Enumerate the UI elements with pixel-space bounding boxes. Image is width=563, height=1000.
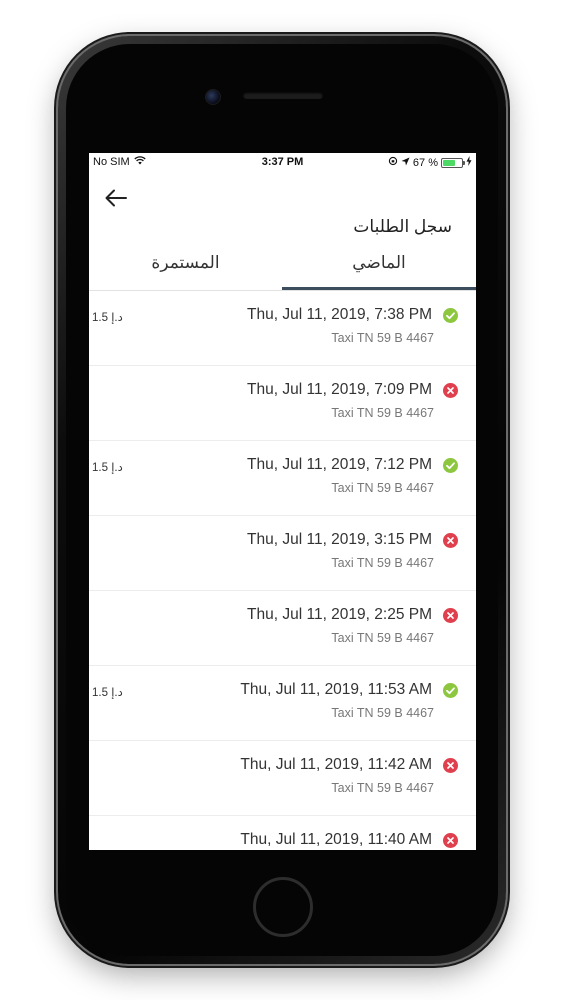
order-date: Thu, Jul 11, 2019, 11:40 AM [240,831,432,848]
order-row[interactable]: Thu, Jul 11, 2019, 7:09 PM Taxi TN 59 B 4… [89,366,476,441]
order-date: Thu, Jul 11, 2019, 7:12 PM [247,456,432,473]
order-vehicle: Taxi TN 59 B 4467 [331,481,434,495]
order-date: Thu, Jul 11, 2019, 7:38 PM [247,306,432,323]
order-vehicle: Taxi TN 59 B 4467 [331,331,434,345]
order-date: Thu, Jul 11, 2019, 11:42 AM [240,756,432,773]
earpiece-speaker [243,92,323,99]
location-arrow-icon [401,157,410,169]
order-price: 1.5 د.إ [92,687,123,699]
check-circle-icon [443,308,458,323]
device-frame: No SIM 3:37 PM 67 % سجل الطلبات المستمرة… [0,0,563,1000]
cancel-circle-icon [443,608,458,623]
back-arrow-icon[interactable] [103,187,129,209]
orientation-lock-icon [388,156,398,169]
app-screen: No SIM 3:37 PM 67 % سجل الطلبات المستمرة… [89,153,476,850]
order-row[interactable]: Thu, Jul 11, 2019, 11:40 AM [89,816,476,850]
order-vehicle: Taxi TN 59 B 4467 [331,706,434,720]
order-row[interactable]: Thu, Jul 11, 2019, 11:53 AM Taxi TN 59 B … [89,666,476,741]
home-button[interactable] [253,877,313,937]
order-history-list: Thu, Jul 11, 2019, 7:38 PM Taxi TN 59 B 4… [89,291,476,850]
order-price: 1.5 د.إ [92,312,123,324]
order-vehicle: Taxi TN 59 B 4467 [331,781,434,795]
page-title: سجل الطلبات [353,217,452,236]
order-vehicle: Taxi TN 59 B 4467 [331,406,434,420]
tab-past[interactable]: الماضي [282,245,476,289]
order-row[interactable]: Thu, Jul 11, 2019, 7:38 PM Taxi TN 59 B 4… [89,291,476,366]
tab-ongoing[interactable]: المستمرة [89,245,282,289]
tab-bar: المستمرة الماضي [89,245,476,291]
order-row[interactable]: Thu, Jul 11, 2019, 2:25 PM Taxi TN 59 B 4… [89,591,476,666]
cancel-circle-icon [443,833,458,848]
order-row[interactable]: Thu, Jul 11, 2019, 3:15 PM Taxi TN 59 B 4… [89,516,476,591]
cancel-circle-icon [443,383,458,398]
order-date: Thu, Jul 11, 2019, 7:09 PM [247,381,432,398]
cancel-circle-icon [443,758,458,773]
status-bar: No SIM 3:37 PM 67 % [89,153,476,171]
battery-icon [441,157,465,168]
battery-percent: 67 % [412,156,438,169]
order-date: Thu, Jul 11, 2019, 3:15 PM [247,531,432,548]
order-vehicle: Taxi TN 59 B 4467 [331,631,434,645]
order-date: Thu, Jul 11, 2019, 2:25 PM [247,606,432,623]
order-vehicle: Taxi TN 59 B 4467 [331,556,434,570]
front-camera [205,89,221,105]
order-price: 1.5 د.إ [92,462,123,474]
order-date: Thu, Jul 11, 2019, 11:53 AM [240,681,432,698]
charging-bolt-icon [466,156,472,169]
cancel-circle-icon [443,533,458,548]
order-row[interactable]: Thu, Jul 11, 2019, 11:42 AM Taxi TN 59 B … [89,741,476,816]
order-row[interactable]: Thu, Jul 11, 2019, 7:12 PM Taxi TN 59 B 4… [89,441,476,516]
check-circle-icon [443,683,458,698]
check-circle-icon [443,458,458,473]
